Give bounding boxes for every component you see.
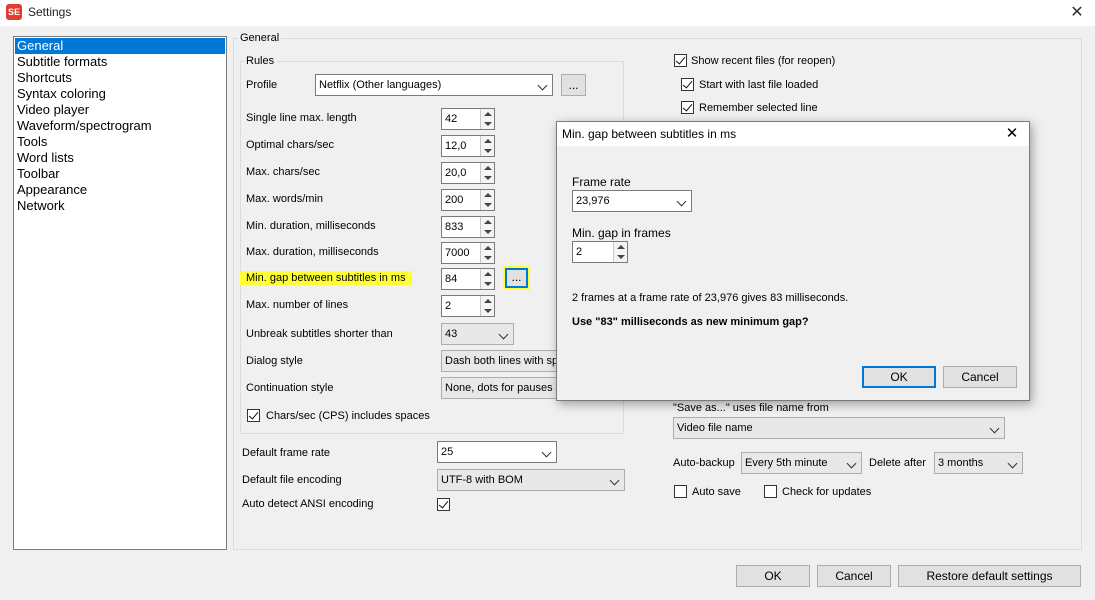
check-updates-label: Check for updates [782, 486, 872, 498]
dialog-info-text: 2 frames at a frame rate of 23,976 gives… [572, 292, 849, 304]
auto-backup-dropdown[interactable]: Every 5th minute [741, 452, 862, 474]
ok-button[interactable]: OK [736, 565, 810, 587]
start-last-label: Start with last file loaded [699, 79, 819, 91]
title-bar: SE Settings ✕ [0, 0, 1095, 26]
chevron-down-icon [1007, 458, 1018, 469]
window-title: Settings [28, 5, 72, 19]
max-lines-label: Max. number of lines [246, 299, 349, 311]
default-encoding-dropdown[interactable]: UTF-8 with BOM [437, 469, 625, 491]
default-frame-rate-dropdown[interactable]: 25 [437, 441, 557, 463]
nav-item-tools[interactable]: Tools [15, 134, 225, 150]
min-gap-frames-input[interactable]: 2 [572, 241, 628, 263]
delete-after-dropdown[interactable]: 3 months [934, 452, 1023, 474]
max-lines-input[interactable]: 2 [441, 295, 495, 317]
profile-value: Netflix (Other languages) [319, 79, 442, 91]
spinner-arrows-icon[interactable] [480, 136, 494, 156]
spinner-arrows-icon[interactable] [613, 242, 627, 262]
dialog-question: Use "83" milliseconds as new minimum gap… [572, 316, 809, 328]
min-gap-label: Min. gap between subtitles in ms [240, 271, 412, 285]
max-wpm-input[interactable]: 200 [441, 189, 495, 211]
restore-defaults-button[interactable]: Restore default settings [898, 565, 1081, 587]
check-updates-checkbox[interactable] [764, 485, 777, 498]
min-duration-input[interactable]: 833 [441, 216, 495, 238]
nav-item-appearance[interactable]: Appearance [15, 182, 225, 198]
start-last-checkbox[interactable] [681, 78, 694, 91]
min-gap-frames-label: Min. gap in frames [572, 226, 671, 240]
chevron-down-icon [676, 196, 687, 207]
profile-more-button[interactable]: ... [561, 74, 586, 96]
max-wpm-label: Max. words/min [246, 193, 324, 205]
close-icon[interactable]: ✕ [1003, 124, 1021, 144]
show-recent-checkbox[interactable] [674, 54, 687, 67]
dialog-ok-button[interactable]: OK [862, 366, 936, 388]
nav-item-waveform[interactable]: Waveform/spectrogram [15, 118, 225, 134]
single-line-length-input[interactable]: 42 [441, 108, 495, 130]
profile-dropdown[interactable]: Netflix (Other languages) [315, 74, 553, 96]
unbreak-label: Unbreak subtitles shorter than [246, 328, 393, 340]
nav-item-network[interactable]: Network [15, 198, 225, 214]
cps-spaces-checkbox[interactable] [247, 409, 260, 422]
general-group-label: General [238, 32, 282, 44]
remember-line-checkbox[interactable] [681, 101, 694, 114]
max-duration-label: Max. duration, milliseconds [246, 246, 379, 258]
min-gap-more-button[interactable]: ... [505, 268, 528, 288]
spinner-arrows-icon[interactable] [480, 243, 494, 263]
nav-item-syntax-coloring[interactable]: Syntax coloring [15, 86, 225, 102]
spinner-arrows-icon[interactable] [480, 217, 494, 237]
max-duration-input[interactable]: 7000 [441, 242, 495, 264]
nav-item-video-player[interactable]: Video player [15, 102, 225, 118]
auto-save-checkbox[interactable] [674, 485, 687, 498]
chevron-down-icon [537, 80, 548, 91]
dialog-cancel-button[interactable]: Cancel [943, 366, 1017, 388]
min-gap-input[interactable]: 84 [441, 268, 495, 290]
nav-item-subtitle-formats[interactable]: Subtitle formats [15, 54, 225, 70]
spinner-arrows-icon[interactable] [480, 296, 494, 316]
min-duration-label: Min. duration, milliseconds [246, 220, 376, 232]
auto-ansi-checkbox[interactable] [437, 498, 450, 511]
chevron-down-icon [846, 458, 857, 469]
nav-item-shortcuts[interactable]: Shortcuts [15, 70, 225, 86]
save-as-dropdown[interactable]: Video file name [673, 417, 1005, 439]
frame-rate-dropdown[interactable]: 23,976 [572, 190, 692, 212]
chevron-down-icon [989, 423, 1000, 434]
min-gap-dialog: Min. gap between subtitles in ms ✕ Frame… [556, 121, 1030, 401]
frame-rate-label: Frame rate [572, 175, 631, 189]
chevron-down-icon [498, 329, 509, 340]
nav-item-word-lists[interactable]: Word lists [15, 150, 225, 166]
chevron-down-icon [609, 475, 620, 486]
auto-backup-label: Auto-backup [673, 457, 735, 469]
spinner-arrows-icon[interactable] [480, 190, 494, 210]
auto-ansi-label: Auto detect ANSI encoding [242, 498, 374, 510]
remember-line-label: Remember selected line [699, 102, 818, 114]
max-cps-label: Max. chars/sec [246, 166, 320, 178]
chevron-down-icon [541, 447, 552, 458]
dialog-title-bar: Min. gap between subtitles in ms ✕ [557, 122, 1029, 146]
app-logo-icon: SE [6, 4, 22, 20]
rules-group-label: Rules [244, 55, 277, 67]
optimal-cps-label: Optimal chars/sec [246, 139, 335, 151]
dialog-title: Min. gap between subtitles in ms [562, 127, 737, 141]
max-cps-input[interactable]: 20,0 [441, 162, 495, 184]
delete-after-label: Delete after [869, 457, 926, 469]
single-line-length-label: Single line max. length [246, 112, 357, 124]
cancel-button[interactable]: Cancel [817, 565, 891, 587]
save-as-label: "Save as..." uses file name from [673, 402, 829, 414]
auto-save-label: Auto save [692, 486, 741, 498]
default-frame-rate-label: Default frame rate [242, 447, 331, 459]
cps-spaces-label: Chars/sec (CPS) includes spaces [266, 410, 430, 422]
spinner-arrows-icon[interactable] [480, 163, 494, 183]
optimal-cps-input[interactable]: 12,0 [441, 135, 495, 157]
spinner-arrows-icon[interactable] [480, 109, 494, 129]
default-encoding-label: Default file encoding [242, 474, 342, 486]
spinner-arrows-icon[interactable] [480, 269, 494, 289]
close-icon[interactable]: ✕ [1067, 3, 1087, 23]
show-recent-label: Show recent files (for reopen) [691, 55, 836, 67]
settings-category-list[interactable]: General Subtitle formats Shortcuts Synta… [13, 36, 227, 550]
nav-item-general[interactable]: General [15, 38, 225, 54]
profile-label: Profile [246, 79, 278, 91]
dialog-style-label: Dialog style [246, 355, 303, 367]
continuation-style-label: Continuation style [246, 382, 334, 394]
unbreak-dropdown[interactable]: 43 [441, 323, 514, 345]
nav-item-toolbar[interactable]: Toolbar [15, 166, 225, 182]
